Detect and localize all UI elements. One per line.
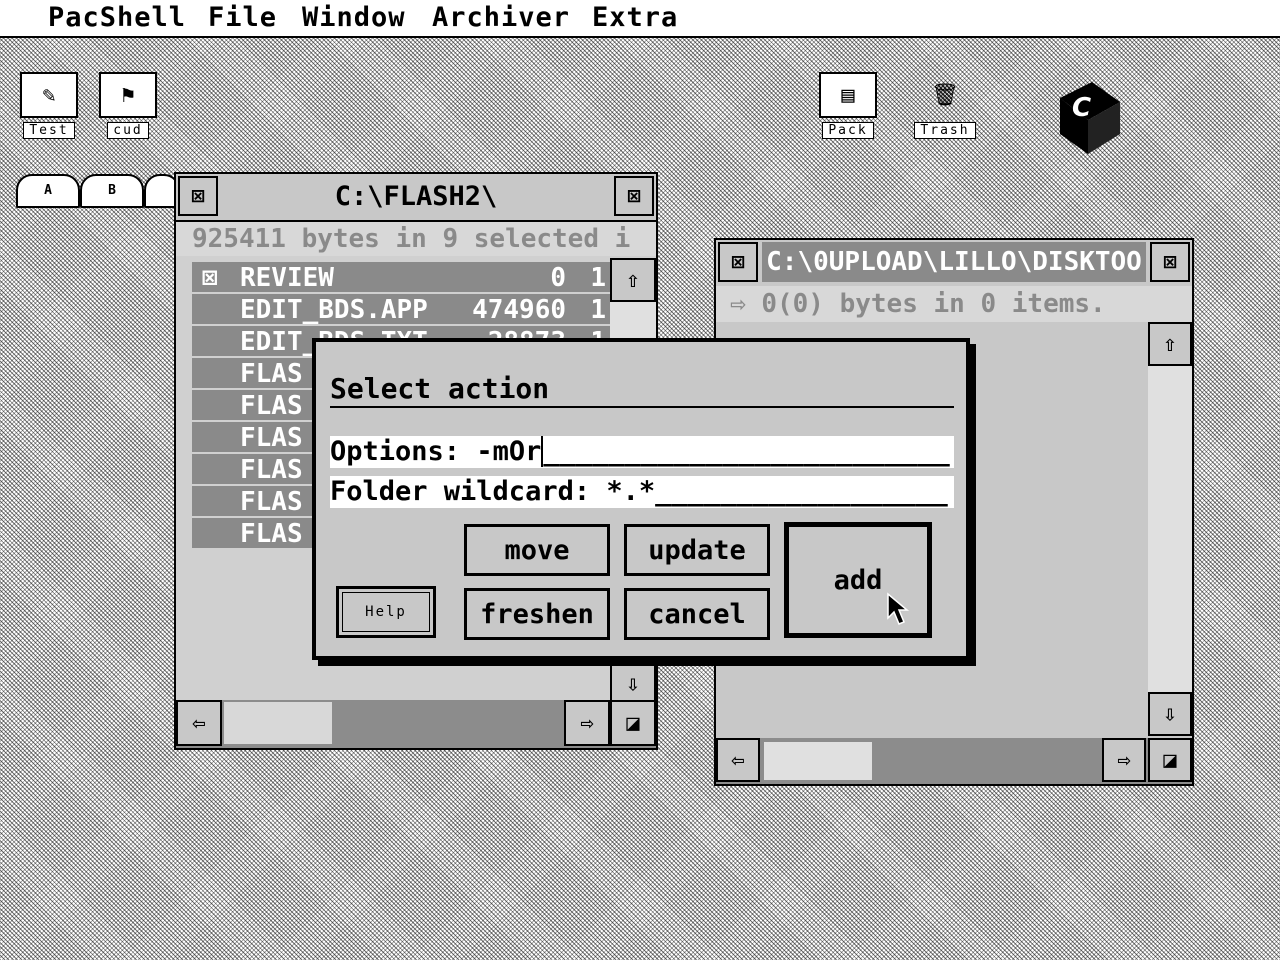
window-title: C:\0UPLOAD\LILLO\DISKTOO [762, 242, 1146, 282]
scroll-thumb[interactable] [764, 742, 872, 780]
options-field[interactable]: Options: -mOr_________________________ [330, 436, 954, 468]
horizontal-scrollbar[interactable]: ⇦ ⇨ ◪ [716, 738, 1192, 784]
file-row[interactable]: EDIT_BDS.APP 474960 1 [192, 294, 610, 324]
info-text: 925411 bytes in 9 selected i [192, 224, 631, 254]
file-name: FLAS [240, 519, 303, 548]
update-button[interactable]: update [624, 524, 770, 576]
close-icon[interactable]: ⊠ [718, 242, 758, 282]
file-name: FLAS [240, 455, 303, 484]
file-name: FLAS [240, 359, 303, 388]
freshen-button[interactable]: freshen [464, 588, 610, 640]
scroll-up-icon[interactable]: ⇧ [610, 258, 656, 302]
file-size: 474960 [472, 295, 566, 324]
options-input[interactable]: -mOr [476, 436, 544, 467]
scroll-track[interactable] [1152, 370, 1188, 686]
desktop-icon-label: Pack [822, 122, 874, 139]
scroll-up-icon[interactable]: ⇧ [1148, 322, 1192, 366]
file-extra: 1 [590, 263, 606, 292]
logo-letter: C [1072, 93, 1091, 123]
desktop-icon-pack[interactable]: ▤ Pack [816, 72, 880, 139]
options-label: Options: [330, 436, 477, 467]
desktop-icon-label: Trash [914, 122, 976, 139]
wildcard-input[interactable]: *.* [606, 476, 655, 507]
scroll-left-icon[interactable]: ⇦ [716, 738, 760, 782]
vertical-scrollbar[interactable]: ⇧ ⇩ [1148, 322, 1192, 736]
desktop-icon-label: cud [107, 122, 149, 139]
drive-label: A [44, 183, 52, 198]
window-title: C:\FLASH2\ [334, 181, 498, 212]
file-name: EDIT_BDS.APP [240, 295, 428, 324]
dialog-title: Select action [330, 372, 954, 408]
menu-bar: PacShell File Window Archiver Extra [0, 0, 1280, 38]
mouse-pointer-icon [886, 592, 910, 626]
menu-file[interactable]: File [208, 2, 277, 33]
move-button[interactable]: move [464, 524, 610, 576]
menu-extra[interactable]: Extra [592, 2, 678, 33]
file-name: REVIEW [240, 263, 334, 292]
checkered-flag-icon: ⚑ [99, 72, 157, 118]
close-icon[interactable]: ⊠ [178, 176, 218, 216]
document-icon: ▤ [819, 72, 877, 118]
file-size: 0 [550, 263, 566, 292]
resize-icon[interactable]: ◪ [610, 700, 656, 746]
file-extra: 1 [590, 295, 606, 324]
info-text: 0(0) bytes in 0 items. [761, 289, 1106, 319]
window-title-bar[interactable]: ⊠ C:\0UPLOAD\LILLO\DISKTOO ⊠ [716, 240, 1192, 288]
scroll-thumb[interactable] [224, 702, 332, 744]
window-title-bar[interactable]: ⊠ C:\FLASH2\ ⊠ [176, 174, 656, 222]
horizontal-scrollbar[interactable]: ⇦ ⇨ ◪ [176, 700, 656, 748]
test-icon: ✎ [20, 72, 78, 118]
help-button[interactable]: Help [336, 586, 436, 638]
c-cube-logo-icon[interactable]: C [1052, 76, 1124, 156]
scroll-left-icon[interactable]: ⇦ [176, 700, 222, 746]
cancel-button[interactable]: cancel [624, 588, 770, 640]
window-info-line: ⇨ 0(0) bytes in 0 items. [716, 286, 1192, 322]
desktop-icon-trash[interactable]: 🗑 Trash [912, 72, 978, 139]
trash-icon: 🗑 [931, 82, 959, 108]
desktop-icon-test[interactable]: ✎ Test [18, 72, 80, 139]
menu-window[interactable]: Window [302, 2, 406, 33]
window-info-line: 925411 bytes in 9 selected i [176, 222, 656, 256]
desktop-icon-label: Test [23, 122, 75, 139]
file-name: FLAS [240, 423, 303, 452]
fullsize-icon[interactable]: ⊠ [614, 176, 654, 216]
menu-pacshell[interactable]: PacShell [48, 2, 186, 33]
drive-b-icon[interactable]: B [80, 174, 144, 208]
file-row[interactable]: ⊠ REVIEW 0 1 [192, 262, 610, 292]
resize-icon[interactable]: ◪ [1148, 738, 1192, 782]
folder-marker-icon: ⊠ [202, 263, 218, 292]
options-fill: _________________________ [543, 436, 950, 467]
scroll-right-icon[interactable]: ⇨ [1102, 738, 1146, 782]
scroll-right-icon[interactable]: ⇨ [564, 700, 610, 746]
drive-label: B [108, 183, 116, 198]
wildcard-label: Folder wildcard: [330, 476, 607, 507]
menu-archiver[interactable]: Archiver [432, 2, 570, 33]
info-arrow-icon: ⇨ [730, 289, 746, 319]
wildcard-fill: __________________ [655, 476, 948, 507]
file-name: FLAS [240, 391, 303, 420]
file-name: FLAS [240, 487, 303, 516]
desktop-icon-cud[interactable]: ⚑ cud [96, 72, 160, 139]
scroll-down-icon[interactable]: ⇩ [1148, 692, 1192, 736]
fullsize-icon[interactable]: ⊠ [1150, 242, 1190, 282]
folder-wildcard-field[interactable]: Folder wildcard: *.*__________________ [330, 476, 954, 508]
drive-a-icon[interactable]: A [16, 174, 80, 208]
select-action-dialog: Select action Options: -mOr_____________… [312, 338, 970, 660]
